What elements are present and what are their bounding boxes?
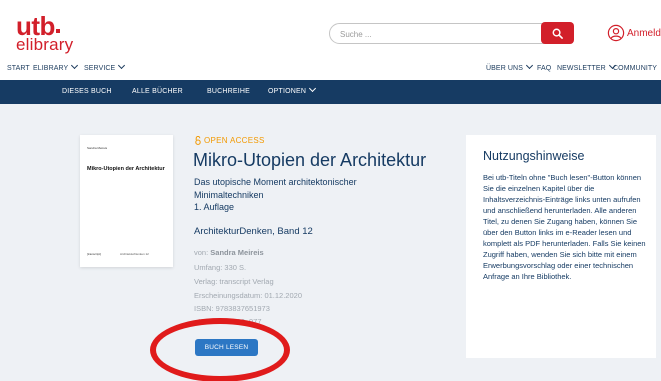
book-subtitle: Das utopische Moment architektonischer M… bbox=[194, 177, 357, 200]
book-publisher: Verlag: transcript Verlag bbox=[194, 277, 274, 286]
book-publication-date: Erscheinungsdatum: 01.12.2020 bbox=[194, 291, 302, 300]
book-eisbn-tail: 977 bbox=[249, 317, 262, 326]
search-button[interactable] bbox=[541, 22, 574, 44]
nav-start[interactable]: START bbox=[7, 65, 30, 72]
usage-notes-title: Nutzungshinweise bbox=[483, 149, 585, 163]
nav-faq[interactable]: FAQ bbox=[537, 65, 551, 72]
nav-ueber-uns[interactable]: ÜBER UNS bbox=[486, 61, 534, 72]
book-edition: 1. Auflage bbox=[194, 202, 235, 212]
chevron-down-icon bbox=[71, 61, 79, 70]
tab-buchreihe[interactable]: BUCHREIHE bbox=[207, 88, 250, 95]
search-input[interactable] bbox=[340, 27, 530, 41]
cover-publisher: [transcript] bbox=[87, 252, 102, 256]
cover-title: Mikro-Utopien der Architektur bbox=[87, 166, 165, 172]
author-name[interactable]: Sandra Meireis bbox=[210, 248, 263, 257]
user-icon[interactable] bbox=[607, 24, 625, 42]
nav-ueber-uns-label: ÜBER UNS bbox=[486, 65, 523, 72]
login-link[interactable]: Anmelden bbox=[627, 28, 661, 39]
author-label: von: bbox=[194, 248, 209, 257]
nav-elibrary-label: ELIBRARY bbox=[33, 65, 69, 72]
open-access-label: OPEN ACCESS bbox=[204, 136, 265, 145]
nav-community[interactable]: COMMUNITY bbox=[613, 65, 657, 72]
open-lock-icon bbox=[195, 136, 201, 145]
site-header: utb elibrary Anmelden bbox=[0, 0, 661, 58]
logo-utb: utb bbox=[16, 11, 55, 41]
book-pages: Umfang: 330 S. bbox=[194, 263, 247, 272]
search-box bbox=[329, 23, 562, 44]
usage-notes-text: Bei utb-Titeln ohne "Buch lesen"-Button … bbox=[483, 173, 646, 281]
cover-series: ArchitekturDenken 12 bbox=[120, 252, 149, 256]
book-eisbn: eISBN: 978383 bbox=[194, 317, 245, 326]
nav-newsletter-label: NEWSLETTER bbox=[557, 65, 606, 72]
book-isbn: ISBN: 9783837651973 bbox=[194, 304, 270, 313]
book-cover: Sandra Meireis Mikro-Utopien der Archite… bbox=[80, 135, 173, 267]
chevron-down-icon bbox=[118, 61, 126, 70]
logo-dot bbox=[56, 29, 60, 33]
tab-optionen[interactable]: OPTIONEN bbox=[268, 84, 317, 95]
book-title: Mikro-Utopien der Architektur bbox=[193, 150, 427, 170]
tab-optionen-label: OPTIONEN bbox=[268, 88, 307, 95]
book-series-link[interactable]: ArchitekturDenken, Band 12 bbox=[194, 226, 313, 237]
chevron-down-icon bbox=[525, 61, 534, 70]
book-navigation-bar: DIESES BUCH ALLE BÜCHER BUCHREIHE OPTION… bbox=[0, 80, 661, 104]
top-navigation: START ELIBRARY SERVICE ÜBER UNS FAQ NEWS… bbox=[0, 59, 661, 79]
chevron-down-icon bbox=[309, 84, 317, 93]
tab-dieses-buch[interactable]: DIESES BUCH bbox=[62, 88, 112, 95]
nav-service-label: SERVICE bbox=[84, 65, 116, 72]
search-icon bbox=[552, 28, 563, 39]
book-author: von: Sandra Meireis bbox=[194, 248, 264, 257]
read-book-button[interactable]: BUCH LESEN bbox=[195, 339, 258, 356]
open-access-badge: OPEN ACCESS bbox=[195, 136, 265, 145]
tab-alle-buecher[interactable]: ALLE BÜCHER bbox=[132, 88, 183, 95]
cover-author: Sandra Meireis bbox=[87, 146, 108, 150]
usage-notes-box: Nutzungshinweise Bei utb-Titeln ohne "Bu… bbox=[466, 135, 656, 358]
utb-elibrary-logo[interactable]: utb elibrary bbox=[16, 13, 73, 53]
nav-newsletter[interactable]: NEWSLETTER bbox=[557, 61, 616, 72]
nav-elibrary[interactable]: ELIBRARY bbox=[33, 61, 79, 72]
nav-service[interactable]: SERVICE bbox=[84, 61, 126, 72]
